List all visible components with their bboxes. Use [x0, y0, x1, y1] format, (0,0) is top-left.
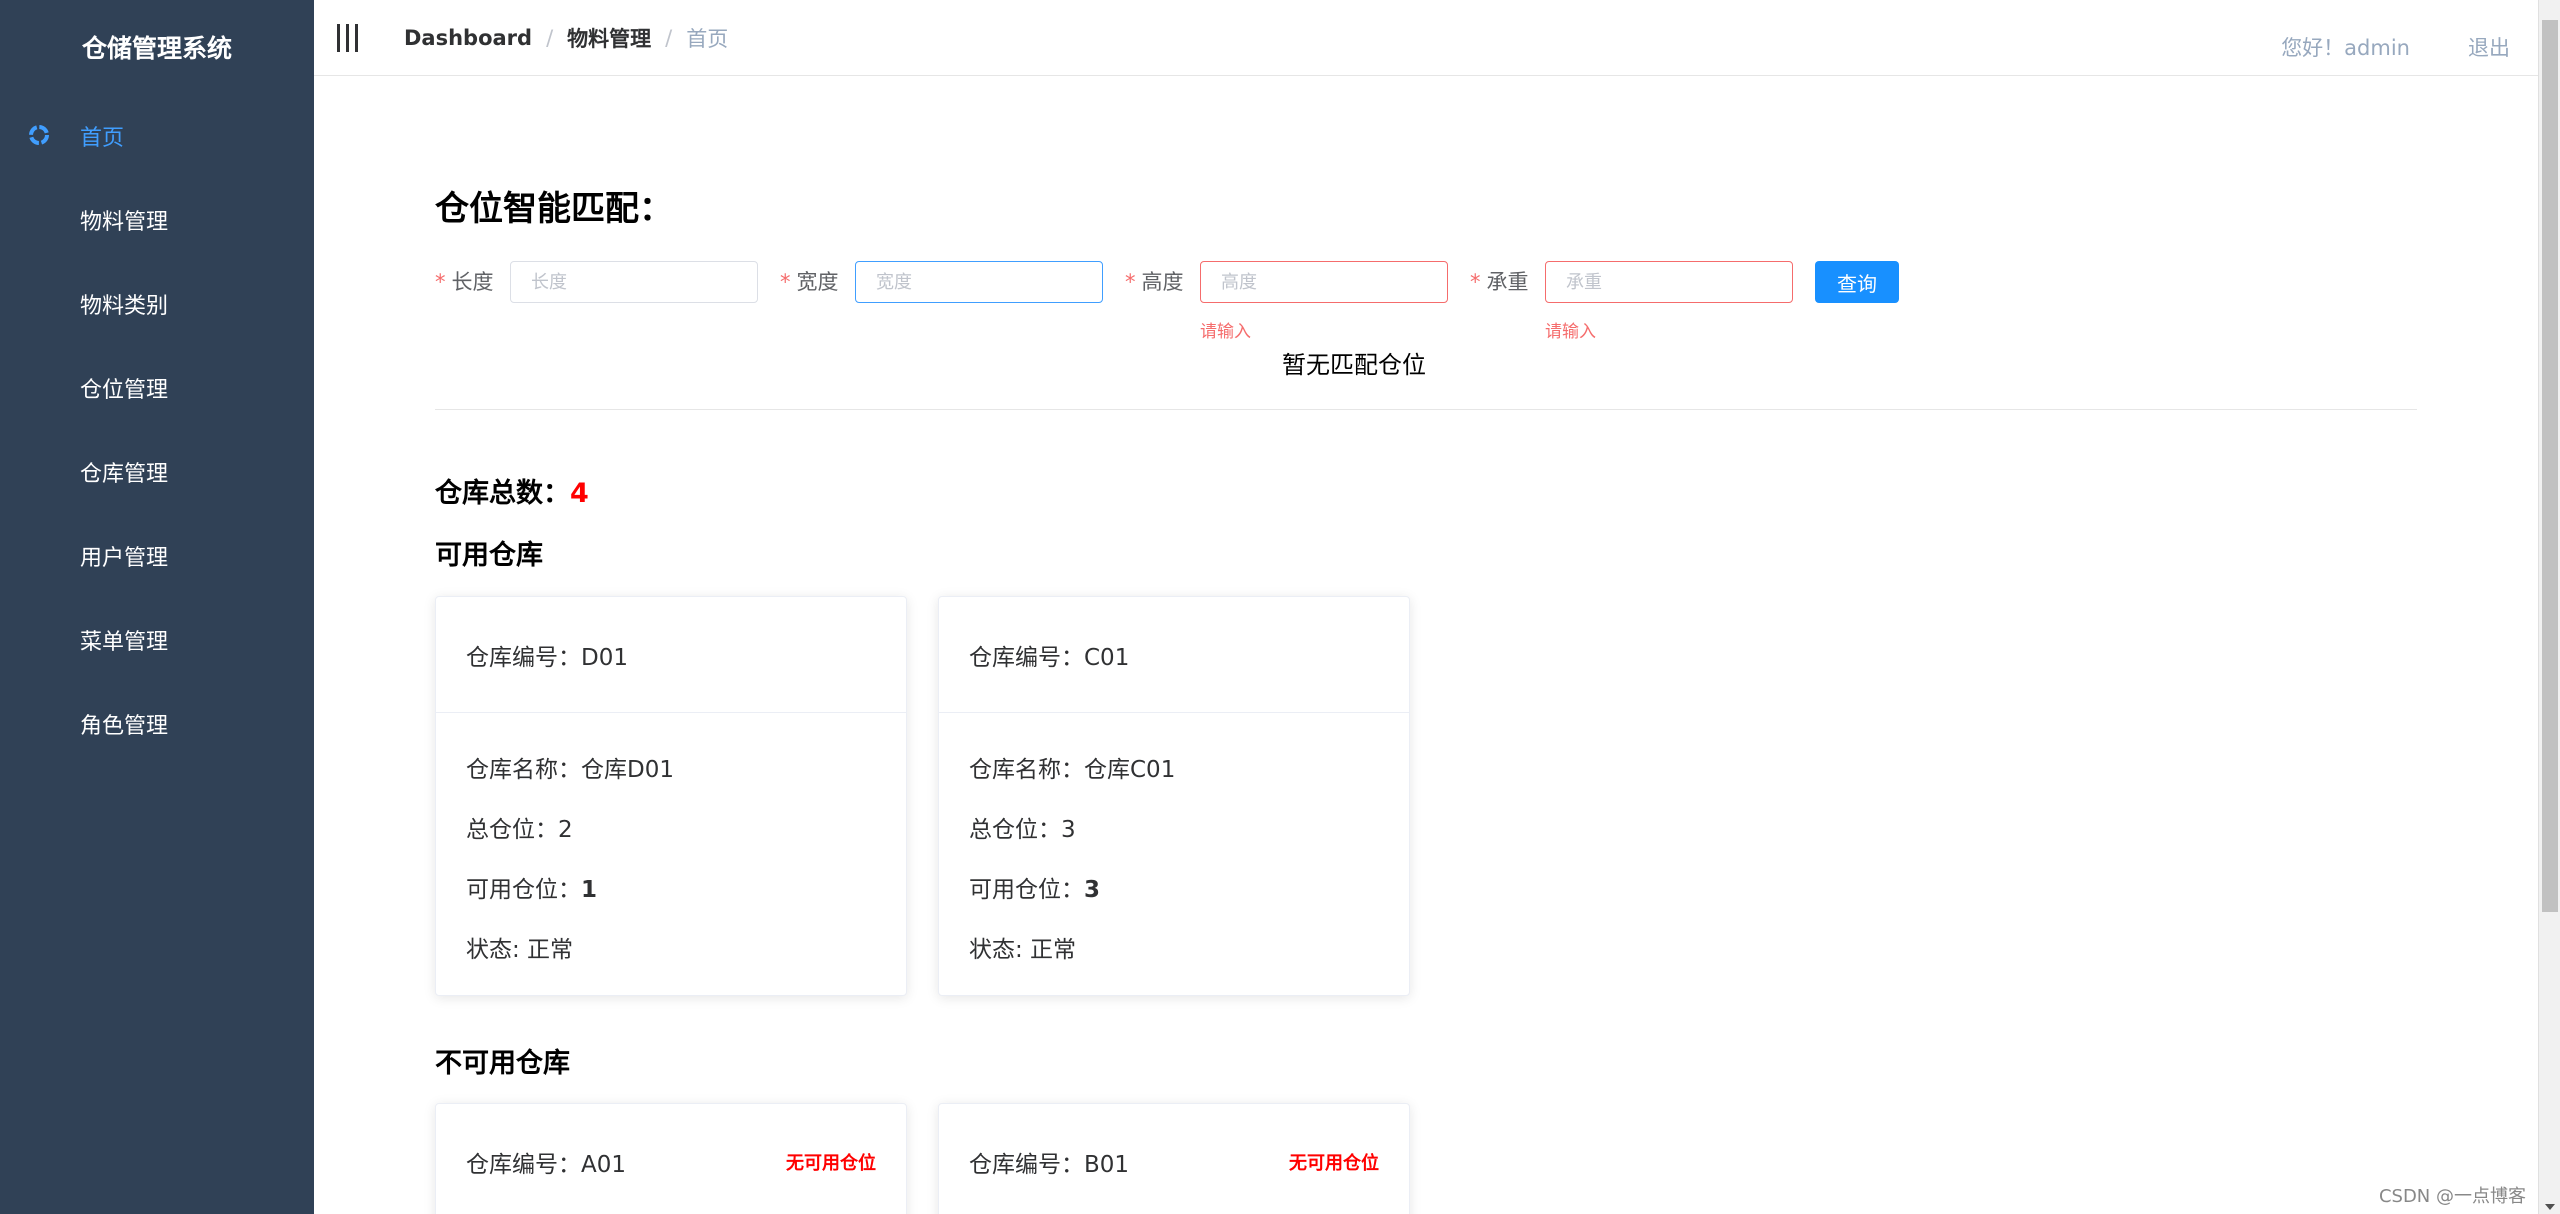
warehouse-free-locations: 可用仓位：3 [969, 877, 1101, 903]
card-body: 仓库名称：仓库C01 总仓位：3 可用仓位：3 状态: 正常 [939, 713, 1409, 995]
width-field: * 宽度 [780, 261, 1103, 303]
warehouse-code: 仓库编号：C01 [969, 644, 1130, 671]
no-location-badge: 无可用仓位 [786, 1152, 876, 1174]
card-body: 仓库名称：仓库D01 总仓位：2 可用仓位：1 状态: 正常 [436, 713, 906, 995]
divider [435, 409, 2417, 410]
card-header: 仓库编号：A01 无可用仓位 [436, 1104, 906, 1214]
breadcrumb: Dashboard / 物料管理 / 首页 [404, 23, 728, 53]
height-label: * 高度 [1125, 270, 1184, 294]
warehouse-free-locations: 可用仓位：1 [466, 877, 598, 903]
user-greeting: 您好！admin [2281, 36, 2410, 60]
width-input[interactable] [855, 261, 1103, 303]
no-match-text: 暂无匹配仓位 [1282, 351, 1426, 379]
grid-icon [28, 628, 52, 652]
unavailable-heading: 不可用仓库 [435, 1048, 570, 1079]
sidebar-item-label: 物料管理 [80, 210, 169, 235]
height-input[interactable] [1200, 261, 1448, 303]
sidebar-item-label: 仓库管理 [80, 462, 169, 487]
required-mark: * [1470, 270, 1481, 294]
height-field: *高度 请输入 [1125, 261, 1448, 342]
hamburger-icon[interactable] [332, 23, 362, 53]
grid-icon [28, 292, 52, 316]
available-heading: 可用仓库 [435, 540, 543, 571]
card-header: 仓库编号：B01 无可用仓位 [939, 1104, 1409, 1214]
grid-icon [28, 544, 52, 568]
required-mark: * [1125, 270, 1136, 294]
warehouse-total-count: 4 [570, 478, 589, 509]
sidebar-item-label: 用户管理 [80, 546, 169, 571]
breadcrumb-separator: / [665, 25, 673, 50]
scroll-down-icon[interactable] [2545, 1204, 2555, 1210]
query-button[interactable]: 查询 [1815, 261, 1899, 303]
match-title: 仓位智能匹配： [435, 189, 673, 229]
warehouse-code: 仓库编号：D01 [466, 644, 628, 671]
warehouse-card: 仓库编号：C01 仓库名称：仓库C01 总仓位：3 可用仓位：3 状态: 正常 [938, 596, 1410, 996]
breadcrumb-material[interactable]: 物料管理 [567, 23, 651, 53]
card-header: 仓库编号：D01 [436, 597, 906, 713]
warehouse-total-locations: 总仓位：3 [969, 817, 1076, 843]
sidebar-item-label: 物料类别 [80, 294, 169, 319]
load-input[interactable] [1545, 261, 1793, 303]
sidebar-item-warehouse[interactable]: 仓库管理 [0, 430, 314, 514]
sidebar: 仓储管理系统 首页 物料管理 物料类别 仓位管理 仓库管理 用户管理 菜单管理 … [0, 0, 314, 1214]
sidebar-item-label: 首页 [80, 126, 125, 151]
warehouse-name: 仓库名称：仓库D01 [466, 757, 674, 783]
warehouse-total-locations: 总仓位：2 [466, 817, 573, 843]
grid-icon [28, 208, 52, 232]
user-area: 您好！admin 退出 [2281, 32, 2510, 62]
height-error: 请输入 [1200, 322, 1251, 342]
home-icon [28, 124, 52, 148]
required-mark: * [780, 270, 791, 294]
warehouse-status: 状态: 正常 [969, 937, 1077, 963]
length-label: * 长度 [435, 270, 494, 294]
sidebar-item-label: 菜单管理 [80, 630, 169, 655]
sidebar-item-material-category[interactable]: 物料类别 [0, 262, 314, 346]
sidebar-item-home[interactable]: 首页 [0, 94, 314, 178]
load-field: *承重 请输入 [1470, 261, 1793, 342]
sidebar-item-menus[interactable]: 菜单管理 [0, 598, 314, 682]
main-content: 仓位智能匹配： *长度 *宽度 *高度 请输入 *承重 请输入 查询 暂无匹配仓… [314, 77, 2538, 1214]
warehouse-code: 仓库编号：A01 [466, 1151, 627, 1178]
sidebar-item-location[interactable]: 仓位管理 [0, 346, 314, 430]
logout-link[interactable]: 退出 [2468, 32, 2510, 62]
warehouse-card-unavailable: 仓库编号：A01 无可用仓位 [435, 1103, 907, 1214]
grid-icon [28, 460, 52, 484]
load-label: * 承重 [1470, 270, 1529, 294]
required-mark: * [435, 270, 446, 294]
grid-icon [28, 712, 52, 736]
warehouse-card-unavailable: 仓库编号：B01 无可用仓位 [938, 1103, 1410, 1214]
scrollbar-thumb[interactable] [2542, 20, 2558, 912]
warehouse-status: 状态: 正常 [466, 937, 574, 963]
top-navbar: Dashboard / 物料管理 / 首页 您好！admin 退出 [314, 0, 2560, 76]
card-header: 仓库编号：C01 [939, 597, 1409, 713]
load-error: 请输入 [1545, 322, 1596, 342]
breadcrumb-separator: / [546, 25, 554, 50]
sidebar-item-material[interactable]: 物料管理 [0, 178, 314, 262]
length-input[interactable] [510, 261, 758, 303]
breadcrumb-dashboard[interactable]: Dashboard [404, 26, 532, 50]
match-form: *长度 *宽度 *高度 请输入 *承重 请输入 查询 [435, 261, 1899, 342]
warehouse-name: 仓库名称：仓库C01 [969, 757, 1176, 783]
warehouse-card: 仓库编号：D01 仓库名称：仓库D01 总仓位：2 可用仓位：1 状态: 正常 [435, 596, 907, 996]
sidebar-item-label: 角色管理 [80, 714, 169, 739]
sidebar-item-users[interactable]: 用户管理 [0, 514, 314, 598]
grid-icon [28, 376, 52, 400]
sidebar-item-roles[interactable]: 角色管理 [0, 682, 314, 766]
length-field: * 长度 [435, 261, 758, 303]
watermark: CSDN @一点博客 [2378, 1186, 2526, 1207]
warehouse-code: 仓库编号：B01 [969, 1151, 1130, 1178]
sidebar-item-label: 仓位管理 [80, 378, 169, 403]
width-label: * 宽度 [780, 270, 839, 294]
breadcrumb-current: 首页 [686, 26, 729, 51]
warehouse-total: 仓库总数：4 [435, 478, 589, 509]
no-location-badge: 无可用仓位 [1289, 1152, 1379, 1174]
app-title: 仓储管理系统 [81, 34, 232, 63]
page-scrollbar[interactable] [2538, 0, 2560, 1214]
